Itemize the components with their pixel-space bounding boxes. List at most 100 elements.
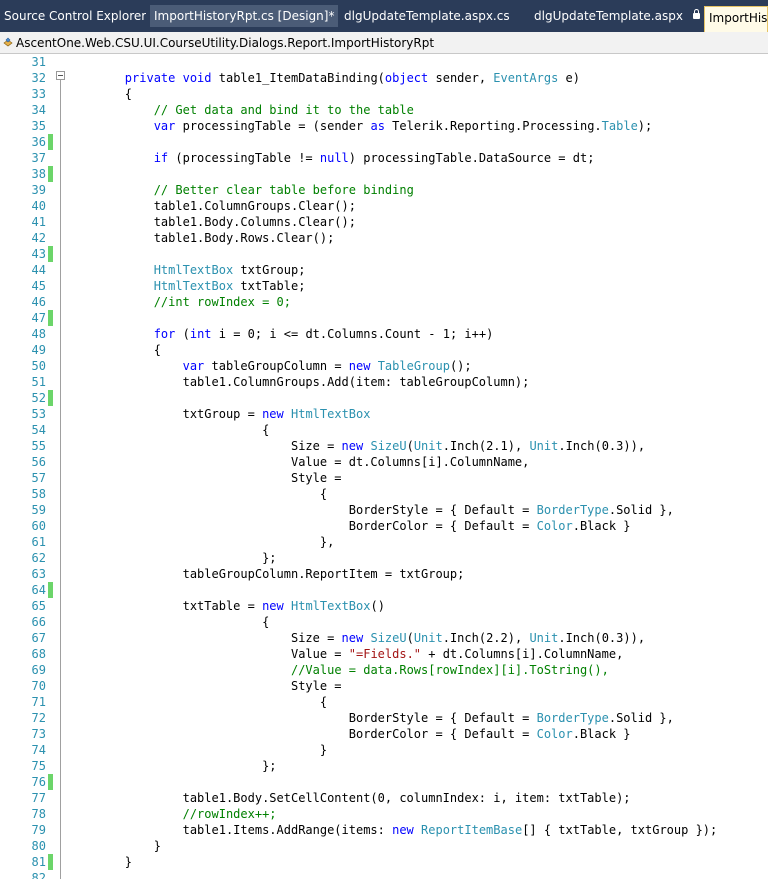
code-line[interactable]: 35 var processingTable = (sender as Tele…	[0, 118, 768, 134]
code-line[interactable]: 44 HtmlTextBox txtGroup;	[0, 262, 768, 278]
tab-dlgupdatetemplate-aspx-cs[interactable]: dlgUpdateTemplate.aspx.cs	[340, 5, 510, 27]
code-token: table1.Body.Rows.Clear();	[67, 231, 335, 245]
code-text: //int rowIndex = 0;	[67, 294, 291, 310]
code-text: HtmlTextBox txtGroup;	[67, 262, 306, 278]
line-number: 73	[31, 727, 46, 741]
code-line[interactable]: 40 table1.ColumnGroups.Clear();	[0, 198, 768, 214]
code-token: HtmlTextBox	[153, 279, 234, 293]
code-line[interactable]: 63 tableGroupColumn.ReportItem = txtGrou…	[0, 566, 768, 582]
code-line[interactable]: 46 //int rowIndex = 0;	[0, 294, 768, 310]
code-line[interactable]: 81 }	[0, 854, 768, 870]
code-token: BorderColor = { Default =	[67, 519, 537, 533]
code-line[interactable]: 50 var tableGroupColumn = new TableGroup…	[0, 358, 768, 374]
navigation-bar: AscentOne.Web.CSU.UI.CourseUtility.Dialo…	[0, 32, 768, 54]
code-text: }	[67, 854, 132, 870]
code-line[interactable]: 33 {	[0, 86, 768, 102]
code-line[interactable]: 48 for (int i = 0; i <= dt.Columns.Count…	[0, 326, 768, 342]
code-token: Size =	[67, 631, 342, 645]
code-line[interactable]: 31	[0, 54, 768, 70]
code-token: //Value = data.Rows[rowIndex][i].ToStrin…	[290, 663, 609, 677]
code-token: new	[341, 439, 364, 453]
code-text: {	[67, 342, 161, 358]
code-editor[interactable]: 31 32 private void table1_ItemDataBinding…	[0, 54, 768, 879]
code-token: {	[67, 695, 328, 709]
tab-source-control-explorer[interactable]: Source Control Explorer	[0, 5, 146, 27]
tab-importhistory-active[interactable]: ImportHisto	[704, 6, 768, 32]
code-token: {	[67, 343, 161, 357]
code-line[interactable]: 67 Size = new SizeU(Unit.Inch(2.2), Unit…	[0, 630, 768, 646]
code-line[interactable]: 37 if (processingTable != null) processi…	[0, 150, 768, 166]
code-line[interactable]: 75 };	[0, 758, 768, 774]
code-line[interactable]: 34 // Get data and bind it to the table	[0, 102, 768, 118]
code-line[interactable]: 64	[0, 582, 768, 598]
code-line[interactable]: 72 BorderStyle = { Default = BorderType.…	[0, 710, 768, 726]
code-token: EventArgs	[493, 71, 559, 85]
tab-dlgupdatetemplate-aspx[interactable]: dlgUpdateTemplate.aspx	[530, 5, 700, 27]
code-line[interactable]: 57 Style =	[0, 470, 768, 486]
code-line[interactable]: 80 }	[0, 838, 768, 854]
code-line[interactable]: 65 txtTable = new HtmlTextBox()	[0, 598, 768, 614]
code-text: //Value = data.Rows[rowIndex][i].ToStrin…	[67, 662, 609, 678]
code-text: var processingTable = (sender as Telerik…	[67, 118, 653, 134]
line-number: 44	[31, 263, 46, 277]
code-line[interactable]: 76	[0, 774, 768, 790]
code-line[interactable]: 78 //rowIndex++;	[0, 806, 768, 822]
code-line[interactable]: 53 txtGroup = new HtmlTextBox	[0, 406, 768, 422]
code-line[interactable]: 68 Value = "=Fields." + dt.Columns[i].Co…	[0, 646, 768, 662]
code-token: Style =	[67, 471, 342, 485]
code-line[interactable]: 41 table1.Body.Columns.Clear();	[0, 214, 768, 230]
code-line[interactable]: 38	[0, 166, 768, 182]
code-line[interactable]: 51 table1.ColumnGroups.Add(item: tableGr…	[0, 374, 768, 390]
code-line[interactable]: 82	[0, 870, 768, 879]
code-line[interactable]: 58 {	[0, 486, 768, 502]
code-token: .Solid },	[608, 711, 674, 725]
code-line[interactable]: 42 table1.Body.Rows.Clear();	[0, 230, 768, 246]
code-token: txtGroup =	[67, 407, 263, 421]
code-line[interactable]: 62 };	[0, 550, 768, 566]
code-text: {	[67, 486, 327, 502]
code-line[interactable]: 74 }	[0, 742, 768, 758]
code-line[interactable]: 77 table1.Body.SetCellContent(0, columnI…	[0, 790, 768, 806]
code-line[interactable]: 69 //Value = data.Rows[rowIndex][i].ToSt…	[0, 662, 768, 678]
code-token: void	[182, 71, 212, 85]
code-line[interactable]: 56 Value = dt.Columns[i].ColumnName,	[0, 454, 768, 470]
code-line[interactable]: 73 BorderColor = { Default = Color.Black…	[0, 726, 768, 742]
tab-label: ImportHisto	[709, 11, 768, 25]
code-token: Size =	[67, 439, 342, 453]
code-token: // Get data and bind it to the table	[153, 103, 414, 117]
code-line[interactable]: 71 {	[0, 694, 768, 710]
code-line[interactable]: 49 {	[0, 342, 768, 358]
tab-label: Source Control Explorer	[4, 9, 146, 23]
code-line[interactable]: 45 HtmlTextBox txtTable;	[0, 278, 768, 294]
code-line[interactable]: 47	[0, 310, 768, 326]
code-line[interactable]: 61 },	[0, 534, 768, 550]
saved-change-marker	[48, 854, 53, 870]
code-line[interactable]: 59 BorderStyle = { Default = BorderType.…	[0, 502, 768, 518]
code-token: txtTable;	[233, 279, 306, 293]
code-line[interactable]: 36	[0, 134, 768, 150]
tab-importhistoryrpt-design[interactable]: ImportHistoryRpt.cs [Design]* ✕	[150, 5, 338, 27]
code-token: BorderColor = { Default =	[67, 727, 537, 741]
code-text: };	[67, 550, 276, 566]
code-line[interactable]: 60 BorderColor = { Default = Color.Black…	[0, 518, 768, 534]
code-line[interactable]: 43	[0, 246, 768, 262]
code-token: (	[175, 327, 190, 341]
code-line[interactable]: 32 private void table1_ItemDataBinding(o…	[0, 70, 768, 86]
type-navigation-dropdown[interactable]: AscentOne.Web.CSU.UI.CourseUtility.Dialo…	[16, 32, 434, 54]
code-line[interactable]: 70 Style =	[0, 678, 768, 694]
code-token: Value =	[67, 647, 349, 661]
code-text: },	[67, 534, 334, 550]
code-token: new	[348, 359, 371, 373]
line-number: 32	[31, 71, 46, 85]
code-text: Style =	[67, 678, 342, 694]
code-line[interactable]: 39 // Better clear table before binding	[0, 182, 768, 198]
code-text: var tableGroupColumn = new TableGroup();	[67, 358, 472, 374]
code-line[interactable]: 55 Size = new SizeU(Unit.Inch(2.1), Unit…	[0, 438, 768, 454]
code-line[interactable]: 52	[0, 390, 768, 406]
code-line[interactable]: 54 {	[0, 422, 768, 438]
code-line[interactable]: 79 table1.Items.AddRange(items: new Repo…	[0, 822, 768, 838]
code-line[interactable]: 66 {	[0, 614, 768, 630]
code-token: (	[406, 631, 414, 645]
